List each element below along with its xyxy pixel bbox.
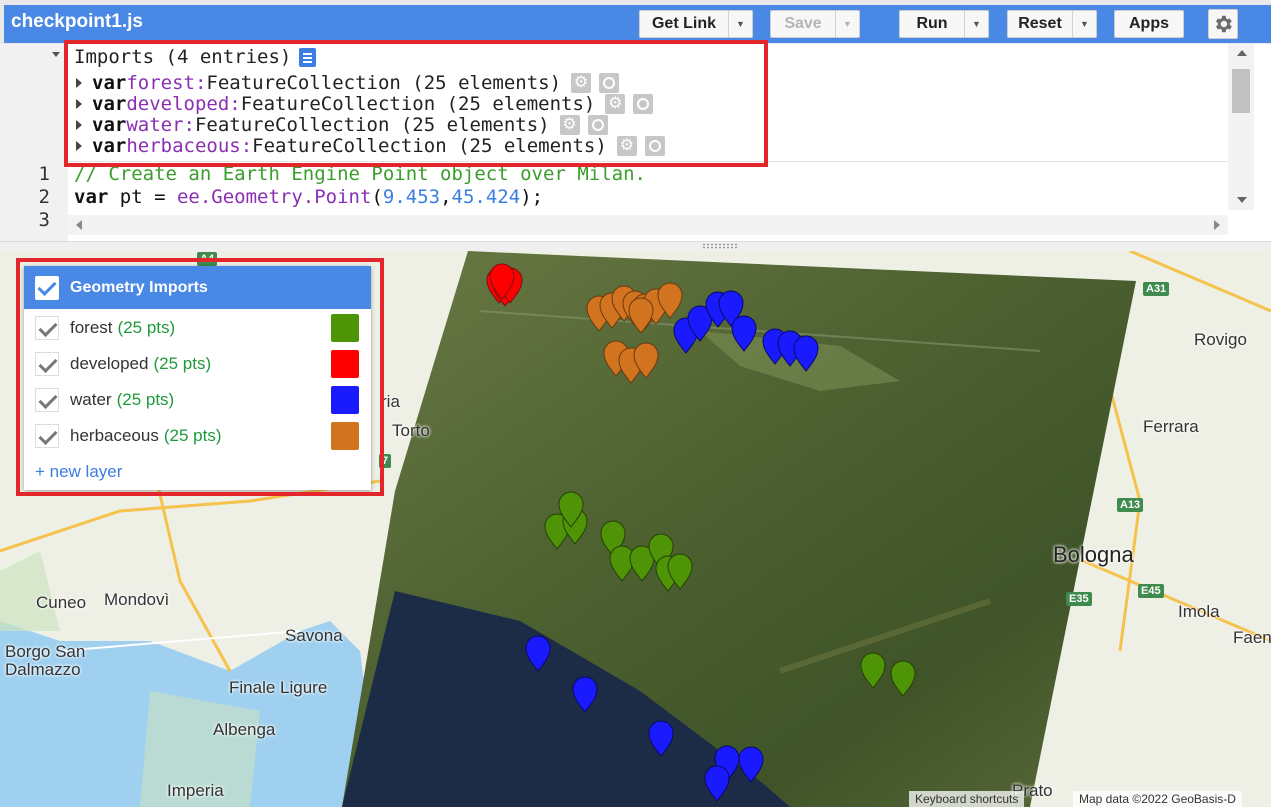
panel-splitter[interactable] — [0, 241, 1271, 251]
settings-button[interactable] — [1208, 9, 1238, 39]
forest-marker[interactable] — [860, 652, 886, 689]
get-link-button[interactable]: Get Link ▼ — [639, 10, 753, 38]
scroll-right-icon[interactable] — [1214, 220, 1220, 230]
water-marker[interactable] — [704, 765, 730, 802]
water-marker[interactable] — [738, 746, 764, 783]
line-number: 2 — [38, 186, 50, 208]
scroll-left-icon[interactable] — [76, 220, 82, 230]
apps-label: Apps — [1129, 15, 1169, 32]
editor-vertical-scrollbar[interactable] — [1228, 44, 1254, 210]
water-marker[interactable] — [525, 635, 551, 672]
forest-marker[interactable] — [890, 660, 916, 697]
forest-markers — [544, 491, 916, 697]
line-number: 3 — [38, 209, 50, 231]
reset-label: Reset — [1018, 15, 1062, 32]
code-number: 45.424 — [451, 186, 521, 208]
code-number: 9.453 — [382, 186, 441, 208]
herbaceous-markers — [586, 282, 683, 384]
gear-icon — [1216, 15, 1232, 33]
code-paren: ( — [371, 186, 383, 208]
chevron-down-icon[interactable]: ▼ — [964, 11, 988, 37]
water-marker[interactable] — [648, 720, 674, 757]
developed-markers — [486, 263, 523, 307]
keyboard-shortcuts-link[interactable]: Keyboard shortcuts — [909, 791, 1025, 807]
run-label: Run — [916, 15, 948, 32]
save-button[interactable]: Save ▼ — [770, 10, 860, 38]
get-link-label: Get Link — [651, 15, 716, 32]
line-number: 1 — [38, 163, 50, 185]
collapse-imports-icon[interactable] — [52, 52, 60, 57]
top-toolbar: checkpoint1.js Get Link ▼ Save ▼ Run ▼ R… — [0, 0, 1271, 44]
code-function: ee.Geometry.Point — [176, 186, 372, 208]
chevron-down-icon[interactable]: ▼ — [728, 11, 752, 37]
scrollbar-thumb[interactable] — [1232, 69, 1250, 113]
panel-highlight-box — [16, 258, 384, 496]
run-button[interactable]: Run ▼ — [899, 10, 989, 38]
herbaceous-marker[interactable] — [628, 297, 654, 334]
apps-button[interactable]: Apps — [1114, 10, 1184, 38]
code-line-2[interactable]: var pt = ee.Geometry.Point(9.453,45.424)… — [74, 186, 543, 208]
reset-button[interactable]: Reset ▼ — [1007, 10, 1097, 38]
drag-handle-icon[interactable] — [702, 243, 738, 249]
script-title[interactable]: checkpoint1.js — [11, 11, 143, 33]
code-editor[interactable]: Imports (4 entries) var forest: FeatureC… — [0, 40, 1271, 241]
water-marker[interactable] — [572, 676, 598, 713]
map-attribution: Map data ©2022 GeoBasis-D — [1073, 791, 1242, 807]
save-label: Save — [784, 15, 822, 32]
editor-horizontal-scrollbar[interactable] — [68, 215, 1228, 235]
water-marker[interactable] — [793, 335, 819, 372]
code-paren: ); — [520, 186, 544, 208]
code-text: pt = — [108, 186, 177, 208]
chevron-down-icon[interactable]: ▼ — [835, 11, 859, 37]
scroll-down-icon[interactable] — [1237, 197, 1247, 203]
imports-highlight-box — [64, 40, 768, 167]
chevron-down-icon[interactable]: ▼ — [1072, 11, 1096, 37]
water-marker[interactable] — [731, 315, 757, 352]
scroll-up-icon[interactable] — [1237, 50, 1247, 56]
code-keyword: var — [74, 186, 109, 208]
code-comma: , — [440, 186, 452, 208]
